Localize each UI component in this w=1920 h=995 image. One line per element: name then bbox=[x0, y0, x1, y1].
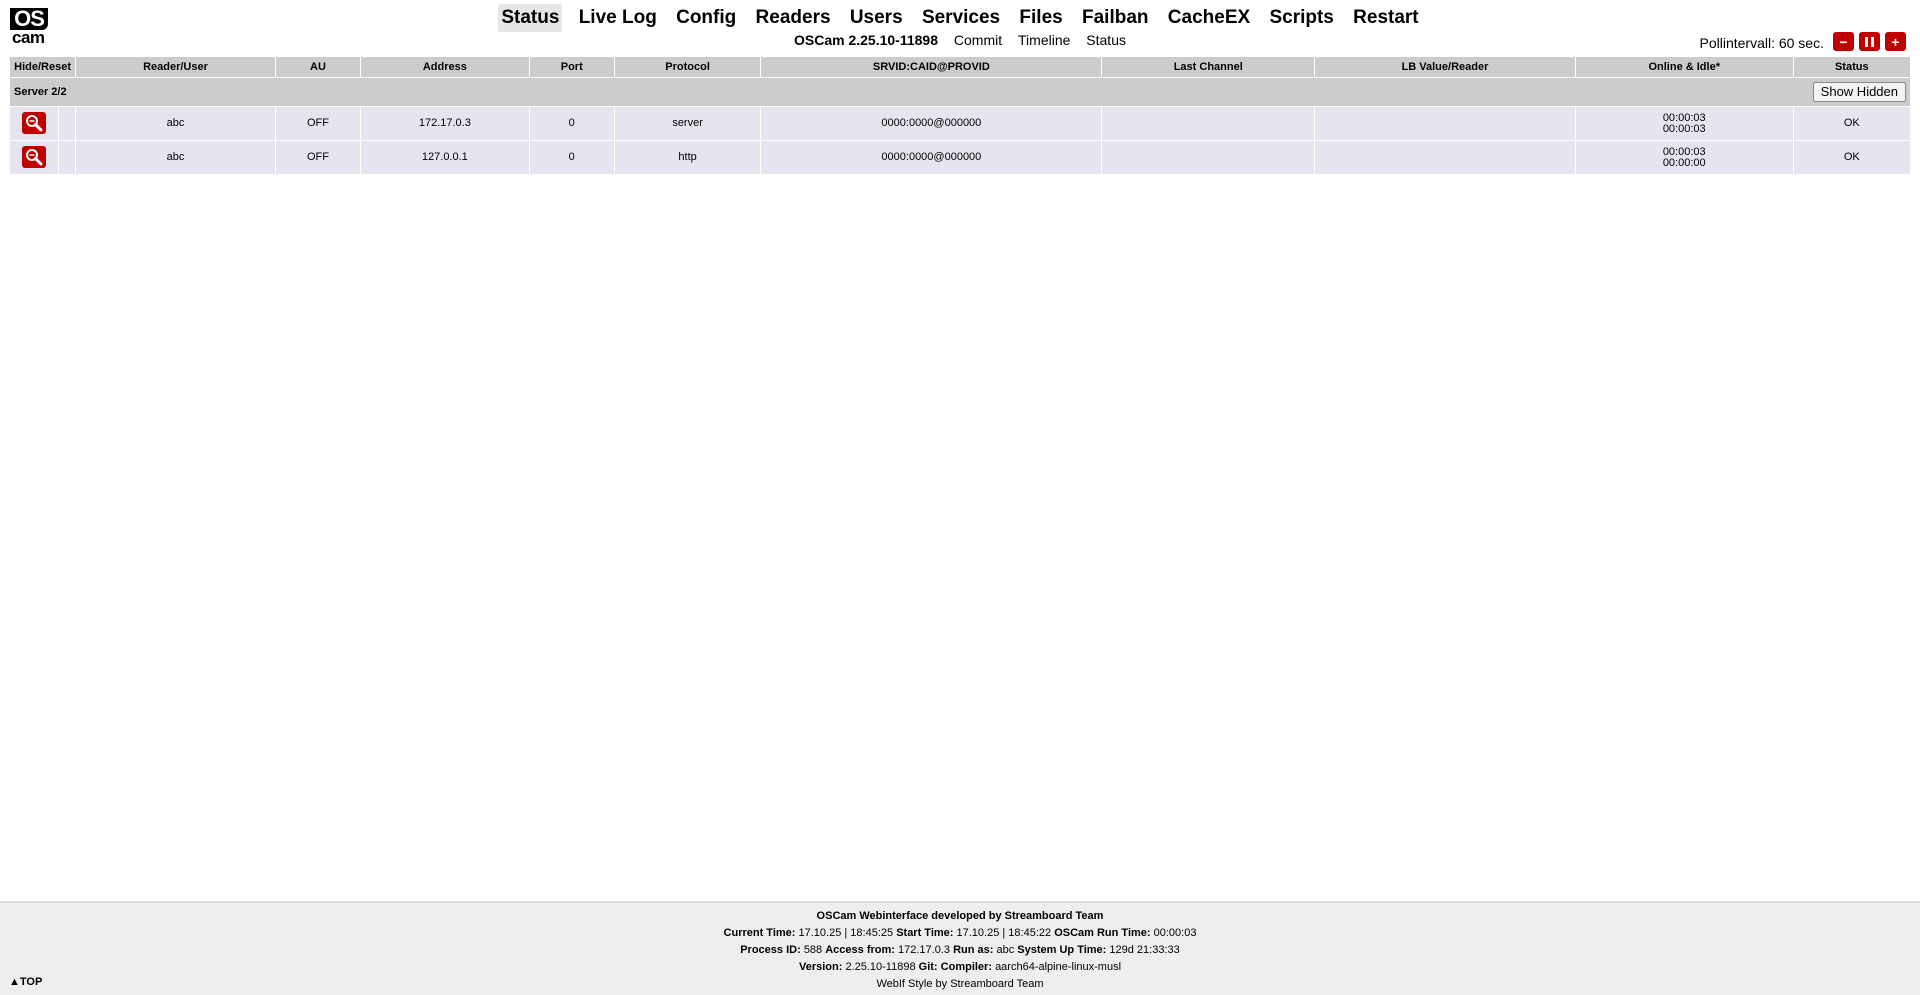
poll-increase-button[interactable]: + bbox=[1885, 32, 1906, 51]
col-status: Status bbox=[1793, 57, 1910, 77]
online-time: 00:00:03 bbox=[1662, 145, 1706, 158]
table-row: abc OFF 127.0.0.1 0 http 0000:0000@00000… bbox=[10, 141, 1910, 174]
table-header-row: Hide/Reset Reader/User AU Address Port P… bbox=[10, 57, 1910, 77]
row-action-cell bbox=[10, 107, 59, 140]
version-label: OSCam 2.25.10-11898 bbox=[794, 32, 938, 48]
cell-port: 0 bbox=[529, 107, 614, 140]
main-nav: Status Live Log Config Readers Users Ser… bbox=[0, 4, 1920, 32]
cell-au: OFF bbox=[275, 141, 361, 174]
style-credit: WebIf Style by Streamboard Team bbox=[876, 978, 1044, 990]
cell-online-idle: 00:00:03 00:00:03 bbox=[1575, 107, 1793, 140]
col-srvid: SRVID:CAID@PROVID bbox=[761, 57, 1102, 77]
col-address: Address bbox=[361, 57, 529, 77]
cell-lb-value bbox=[1315, 107, 1575, 140]
row-spacer bbox=[59, 141, 76, 174]
cell-reader-user[interactable]: abc bbox=[76, 141, 275, 174]
pause-icon bbox=[1865, 36, 1874, 47]
poll-decrease-button[interactable]: − bbox=[1833, 32, 1854, 51]
subnav-timeline-link[interactable]: Timeline bbox=[1018, 32, 1070, 48]
idle-time: 00:00:00 bbox=[1662, 156, 1706, 169]
nav-config[interactable]: Config bbox=[673, 4, 739, 32]
cell-protocol: http bbox=[614, 141, 761, 174]
cell-lb-value bbox=[1315, 141, 1575, 174]
magnifier-icon[interactable] bbox=[22, 112, 47, 134]
run-as: abc bbox=[996, 944, 1015, 956]
cell-address: 172.17.0.3 bbox=[361, 107, 529, 140]
magnifier-icon[interactable] bbox=[22, 146, 47, 168]
nav-live-log[interactable]: Live Log bbox=[576, 4, 660, 32]
top-link[interactable]: ▲TOP bbox=[9, 976, 42, 988]
subnav-commit-link[interactable]: Commit bbox=[954, 32, 1002, 48]
nav-services[interactable]: Services bbox=[919, 4, 1003, 32]
footer-process: Process ID: 588 Access from: 172.17.0.3 … bbox=[740, 944, 1180, 956]
idle-time: 00:00:03 bbox=[1662, 122, 1706, 135]
footer: OSCam Webinterface developed by Streambo… bbox=[0, 901, 1920, 995]
process-id: 588 bbox=[803, 944, 823, 956]
cell-protocol: server bbox=[614, 107, 761, 140]
cell-srvid: 0000:0000@000000 bbox=[761, 141, 1102, 174]
system-uptime: 129d 21:33:33 bbox=[1109, 944, 1180, 956]
nav-scripts[interactable]: Scripts bbox=[1266, 4, 1336, 32]
run-time: 00:00:03 bbox=[1153, 927, 1197, 939]
nav-cacheex[interactable]: CacheEX bbox=[1165, 4, 1253, 32]
cell-address: 127.0.0.1 bbox=[361, 141, 529, 174]
row-action-cell bbox=[10, 141, 59, 174]
poll-interval-label: Pollintervall: 60 sec. bbox=[1699, 34, 1824, 51]
cell-last-channel bbox=[1102, 107, 1315, 140]
cell-reader-user[interactable]: abc bbox=[76, 107, 275, 140]
nav-files[interactable]: Files bbox=[1016, 4, 1065, 32]
col-port: Port bbox=[529, 57, 614, 77]
col-last-channel: Last Channel bbox=[1102, 57, 1315, 77]
col-protocol: Protocol bbox=[614, 57, 761, 77]
footer-title: OSCam Webinterface developed by Streambo… bbox=[816, 910, 1104, 922]
nav-status[interactable]: Status bbox=[498, 4, 563, 32]
table-row: abc OFF 172.17.0.3 0 server 0000:0000@00… bbox=[10, 107, 1910, 140]
nav-readers[interactable]: Readers bbox=[753, 4, 834, 32]
col-reader-user[interactable]: Reader/User bbox=[76, 57, 275, 77]
subnav-status-link[interactable]: Status bbox=[1086, 32, 1126, 48]
poll-interval: Pollintervall: 60 sec. − + bbox=[1699, 32, 1906, 51]
cell-online-idle: 00:00:03 00:00:00 bbox=[1575, 141, 1793, 174]
cell-status: OK bbox=[1793, 107, 1910, 140]
footer-times: Current Time: 17.10.25 | 18:45:25 Start … bbox=[723, 927, 1197, 939]
cell-srvid: 0000:0000@000000 bbox=[761, 107, 1102, 140]
cell-last-channel bbox=[1102, 141, 1315, 174]
cell-status: OK bbox=[1793, 141, 1910, 174]
nav-restart[interactable]: Restart bbox=[1350, 4, 1421, 32]
compiler-value: aarch64-alpine-linux-musl bbox=[995, 961, 1122, 973]
version-value: 2.25.10-11898 bbox=[845, 961, 916, 973]
start-time: 17.10.25 | 18:45:22 bbox=[956, 927, 1052, 939]
col-hide-reset: Hide/Reset bbox=[10, 57, 76, 77]
online-time: 00:00:03 bbox=[1662, 111, 1706, 124]
cell-au: OFF bbox=[275, 107, 361, 140]
group-label: Server 2/2 bbox=[14, 85, 67, 98]
current-time: 17.10.25 | 18:45:25 bbox=[798, 927, 894, 939]
col-online-idle: Online & Idle* bbox=[1575, 57, 1793, 77]
access-from: 172.17.0.3 bbox=[898, 944, 950, 956]
nav-failban[interactable]: Failban bbox=[1079, 4, 1152, 32]
row-spacer bbox=[59, 107, 76, 140]
footer-version: Version: 2.25.10-11898 Git: Compiler: aa… bbox=[798, 961, 1122, 973]
group-row-server: Server 2/2 Show Hidden bbox=[10, 78, 1910, 106]
cell-port: 0 bbox=[529, 141, 614, 174]
poll-pause-button[interactable] bbox=[1859, 32, 1880, 51]
nav-users[interactable]: Users bbox=[847, 4, 906, 32]
col-lb-value: LB Value/Reader bbox=[1315, 57, 1575, 77]
col-au: AU bbox=[275, 57, 361, 77]
sub-nav: OSCam 2.25.10-11898 Commit Timeline Stat… bbox=[0, 32, 1920, 48]
status-table: Hide/Reset Reader/User AU Address Port P… bbox=[9, 56, 1911, 175]
show-hidden-button[interactable]: Show Hidden bbox=[1812, 82, 1906, 102]
